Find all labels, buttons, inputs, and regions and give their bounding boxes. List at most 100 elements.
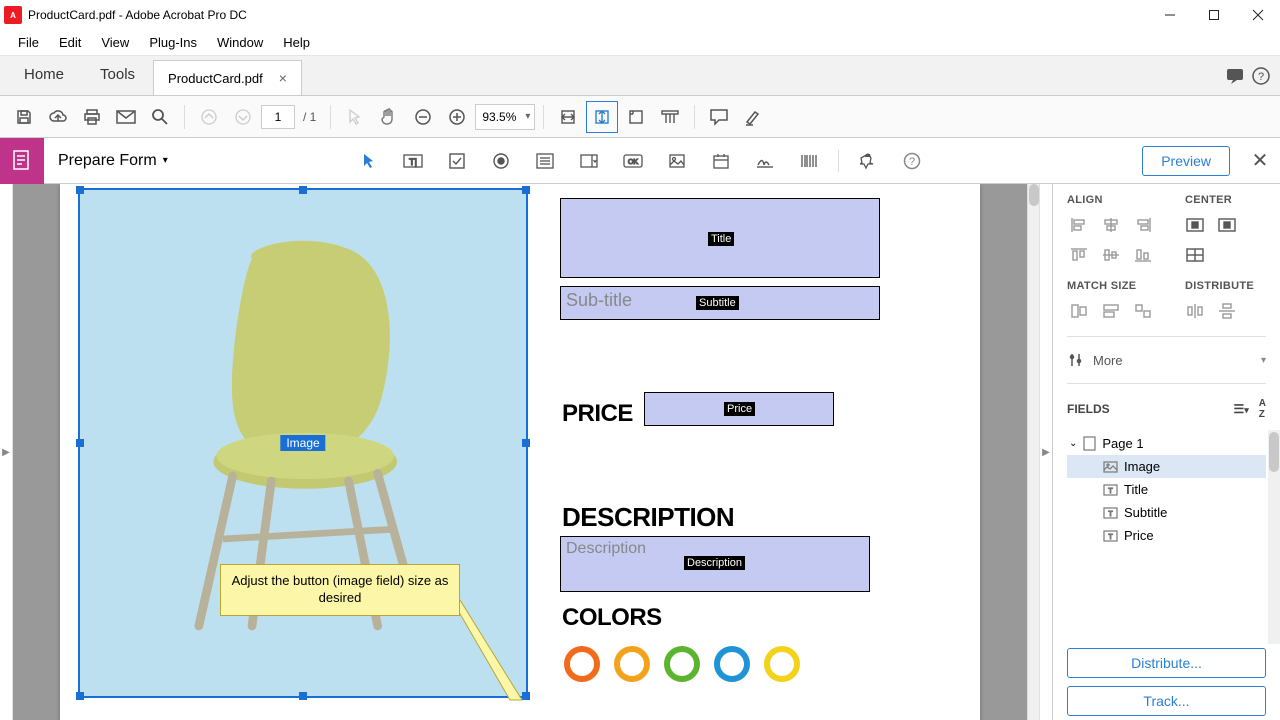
- mail-icon[interactable]: [110, 101, 142, 133]
- tool-help-icon[interactable]: ?: [897, 146, 927, 176]
- page-number-input[interactable]: [261, 105, 295, 129]
- notifications-icon[interactable]: [1222, 56, 1248, 95]
- fit-width-icon[interactable]: [552, 101, 584, 133]
- color-swatch-amber[interactable]: [614, 646, 650, 682]
- dropdown-tool-icon[interactable]: [574, 146, 604, 176]
- fullscreen-icon[interactable]: [620, 101, 652, 133]
- close-mode-button[interactable]: ✕: [1240, 141, 1280, 181]
- align-top-icon[interactable]: [1067, 244, 1091, 266]
- menu-file[interactable]: File: [8, 32, 49, 53]
- align-right-icon[interactable]: [1131, 214, 1155, 236]
- page-up-icon[interactable]: [193, 101, 225, 133]
- center-v-icon[interactable]: [1215, 214, 1239, 236]
- menu-help[interactable]: Help: [273, 32, 320, 53]
- tree-item-subtitle[interactable]: T Subtitle: [1067, 501, 1266, 524]
- more-dropdown[interactable]: More ▾: [1053, 341, 1280, 379]
- fields-az-icon[interactable]: AZ: [1259, 398, 1266, 420]
- align-center-h-icon[interactable]: [1099, 214, 1123, 236]
- distribute-v-icon[interactable]: [1215, 300, 1239, 322]
- preview-button[interactable]: Preview: [1142, 146, 1230, 176]
- save-icon[interactable]: [8, 101, 40, 133]
- search-icon[interactable]: [144, 101, 176, 133]
- color-swatch-blue[interactable]: [714, 646, 750, 682]
- distribute-h-icon[interactable]: [1183, 300, 1207, 322]
- tree-page-row[interactable]: ⌄ Page 1: [1067, 432, 1266, 455]
- prepare-form-icon: [0, 138, 44, 184]
- tab-document[interactable]: ProductCard.pdf ×: [153, 60, 302, 95]
- tree-item-title[interactable]: T Title: [1067, 478, 1266, 501]
- checkbox-tool-icon[interactable]: [442, 146, 472, 176]
- resize-handle[interactable]: [299, 186, 307, 194]
- print-icon[interactable]: [76, 101, 108, 133]
- tab-close-icon[interactable]: ×: [279, 70, 287, 86]
- match-both-icon[interactable]: [1131, 300, 1155, 322]
- select-tool-icon[interactable]: [354, 146, 384, 176]
- align-bottom-icon[interactable]: [1131, 244, 1155, 266]
- distribute-button[interactable]: Distribute...: [1067, 648, 1266, 678]
- title-field-chip: Title: [708, 232, 734, 246]
- tree-item-image[interactable]: Image: [1067, 455, 1266, 478]
- align-left-icon[interactable]: [1067, 214, 1091, 236]
- image-field-tool-icon[interactable]: [662, 146, 692, 176]
- page-down-icon[interactable]: [227, 101, 259, 133]
- resize-handle[interactable]: [76, 186, 84, 194]
- fields-tree-scrollbar[interactable]: [1268, 430, 1280, 644]
- minimize-button[interactable]: [1148, 0, 1192, 30]
- menu-plugins[interactable]: Plug-Ins: [139, 32, 207, 53]
- tab-document-label: ProductCard.pdf: [168, 71, 263, 86]
- color-swatch-orange[interactable]: [564, 646, 600, 682]
- color-swatch-yellow[interactable]: [764, 646, 800, 682]
- svg-text:OK: OK: [628, 159, 638, 166]
- tree-item-price[interactable]: T Price: [1067, 524, 1266, 547]
- resize-handle[interactable]: [76, 439, 84, 447]
- svg-text:T: T: [1108, 488, 1113, 495]
- resize-handle[interactable]: [522, 439, 530, 447]
- align-middle-icon[interactable]: [1099, 244, 1123, 266]
- color-swatch-green[interactable]: [664, 646, 700, 682]
- hand-icon[interactable]: [373, 101, 405, 133]
- pointer-icon[interactable]: [339, 101, 371, 133]
- menu-edit[interactable]: Edit: [49, 32, 91, 53]
- document-viewport[interactable]: Image Adjust the button (image field) si…: [13, 184, 1027, 720]
- maximize-button[interactable]: [1192, 0, 1236, 30]
- match-height-icon[interactable]: [1099, 300, 1123, 322]
- button-tool-icon[interactable]: OK: [618, 146, 648, 176]
- hint-tooltip: Adjust the button (image field) size as …: [220, 564, 460, 616]
- comment-icon[interactable]: [703, 101, 735, 133]
- signature-tool-icon[interactable]: [750, 146, 780, 176]
- right-rail-toggle[interactable]: ▶: [1039, 184, 1052, 720]
- mode-title-label: Prepare Form: [58, 152, 157, 170]
- mode-title-dropdown[interactable]: Prepare Form▾: [44, 152, 182, 170]
- tab-tools[interactable]: Tools: [82, 56, 153, 95]
- track-button[interactable]: Track...: [1067, 686, 1266, 716]
- zoom-in-icon[interactable]: [441, 101, 473, 133]
- help-icon[interactable]: ?: [1248, 56, 1274, 95]
- document-scrollbar[interactable]: [1027, 184, 1039, 720]
- tree-item-label: Title: [1124, 482, 1148, 497]
- listbox-tool-icon[interactable]: [530, 146, 560, 176]
- pin-icon[interactable]: [853, 146, 883, 176]
- zoom-level-dropdown[interactable]: 93.5%: [475, 104, 535, 130]
- zoom-out-icon[interactable]: [407, 101, 439, 133]
- match-width-icon[interactable]: [1067, 300, 1091, 322]
- resize-handle[interactable]: [299, 692, 307, 700]
- radio-tool-icon[interactable]: [486, 146, 516, 176]
- center-both-icon[interactable]: [1183, 244, 1207, 266]
- highlight-icon[interactable]: [737, 101, 769, 133]
- tab-home[interactable]: Home: [6, 56, 82, 95]
- barcode-tool-icon[interactable]: [794, 146, 824, 176]
- resize-handle[interactable]: [522, 186, 530, 194]
- left-rail-toggle[interactable]: ▶: [0, 184, 13, 720]
- fit-page-icon[interactable]: [586, 101, 618, 133]
- cloud-icon[interactable]: [42, 101, 74, 133]
- date-field-tool-icon[interactable]: [706, 146, 736, 176]
- menu-view[interactable]: View: [91, 32, 139, 53]
- resize-handle[interactable]: [76, 692, 84, 700]
- text-field-tool-icon[interactable]: T|: [398, 146, 428, 176]
- close-window-button[interactable]: [1236, 0, 1280, 30]
- read-mode-icon[interactable]: [654, 101, 686, 133]
- center-h-icon[interactable]: [1183, 214, 1207, 236]
- menu-window[interactable]: Window: [207, 32, 273, 53]
- fields-sort-icon[interactable]: ☰▾: [1233, 402, 1248, 416]
- acrobat-icon: A: [4, 6, 22, 24]
